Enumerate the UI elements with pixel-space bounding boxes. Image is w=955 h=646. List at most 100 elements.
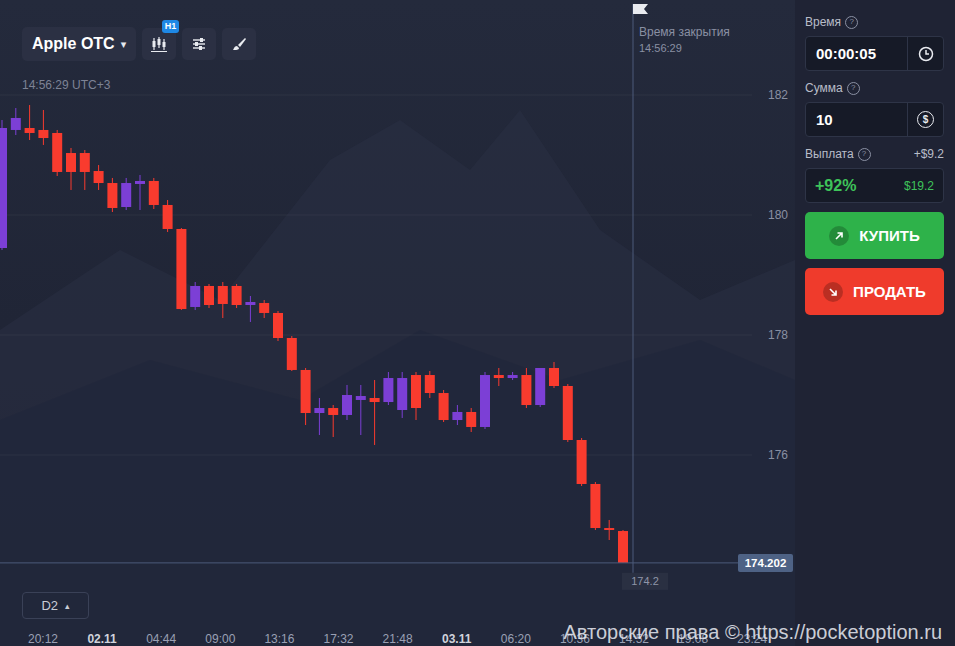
- chart-toolbar: Apple OTC ▾ H1: [22, 27, 256, 61]
- time-field: 00:00:05: [805, 36, 944, 71]
- candle-body: [52, 133, 62, 172]
- candle-body: [466, 412, 476, 427]
- zoom-button[interactable]: D2▴: [22, 592, 89, 619]
- candle: [411, 372, 421, 420]
- help-icon[interactable]: ?: [845, 16, 858, 29]
- candle: [590, 482, 600, 530]
- candle-body: [480, 375, 490, 427]
- candle: [94, 165, 104, 190]
- help-icon[interactable]: ?: [847, 82, 860, 95]
- candle: [370, 380, 380, 445]
- trade-label: ПРОДАТЬ: [853, 283, 926, 300]
- candle: [107, 178, 117, 212]
- candle: [11, 108, 21, 135]
- payout-label: Выплата: [805, 147, 854, 161]
- candle-body: [411, 375, 421, 408]
- candle: [508, 372, 518, 380]
- time-picker-button[interactable]: [907, 37, 943, 70]
- candle-body: [121, 183, 131, 207]
- candle-body: [370, 398, 380, 402]
- candle-body: [328, 408, 338, 415]
- candle-body: [94, 171, 104, 183]
- candle-wick: [43, 110, 44, 145]
- candle-body: [11, 118, 21, 130]
- candle-body: [135, 181, 145, 184]
- time-label-row: Время?: [805, 15, 944, 29]
- clock-icon: [918, 46, 934, 62]
- candle-body: [107, 183, 117, 208]
- price-tick: 176: [768, 448, 788, 462]
- candle-wick: [250, 296, 251, 322]
- grid-line: [0, 335, 752, 336]
- expiry-time: 14:56:29: [639, 42, 682, 54]
- time-tick: 04:44: [146, 632, 176, 646]
- dollar-icon: $: [917, 111, 934, 128]
- drawing-button[interactable]: [222, 28, 256, 60]
- price-line: [0, 562, 738, 563]
- payout-profit: +$9.2: [914, 147, 944, 161]
- chart-area: 182180178176174.202Время закрытия14:56:2…: [0, 0, 795, 646]
- cursor-price-box: [622, 573, 668, 590]
- candle: [342, 385, 352, 420]
- candle-body: [80, 153, 90, 172]
- zoom-label: D2: [41, 598, 58, 613]
- candle-body: [38, 130, 48, 138]
- candle: [218, 282, 228, 318]
- candle-body: [425, 375, 435, 393]
- chart-overlay: Apple OTC ▾ H1 14:56:29 UTC+3 D2▴: [0, 0, 795, 646]
- candle: [452, 405, 462, 425]
- server-clock: 14:56:29 UTC+3: [22, 78, 110, 92]
- candle-wick: [360, 385, 361, 435]
- sell-button[interactable]: ПРОДАТЬ: [805, 268, 944, 315]
- amount-input[interactable]: 10: [806, 103, 907, 136]
- candle: [535, 368, 545, 407]
- indicators-button[interactable]: [182, 28, 216, 60]
- candle-wick: [374, 380, 375, 445]
- candle: [80, 150, 90, 190]
- candle-body: [0, 128, 7, 248]
- arrow-down-right-icon: [828, 287, 838, 297]
- asset-selector[interactable]: Apple OTC ▾: [22, 27, 136, 61]
- candle: [466, 408, 476, 432]
- arrow-badge: [829, 226, 849, 246]
- amount-label: Сумма: [805, 81, 843, 95]
- candle-body: [314, 408, 324, 413]
- cursor-price: 174.2: [631, 575, 659, 587]
- currency-button[interactable]: $: [907, 103, 943, 136]
- candle: [66, 148, 76, 190]
- time-input[interactable]: 00:00:05: [806, 37, 907, 70]
- candle: [121, 178, 131, 210]
- grid-line: [0, 95, 752, 96]
- time-tick: 09:00: [205, 632, 235, 646]
- candle-body: [521, 375, 531, 405]
- candle: [383, 372, 393, 405]
- help-icon[interactable]: ?: [858, 148, 871, 161]
- candle-body: [232, 286, 242, 305]
- expiry-label: Время закрытия: [639, 25, 730, 39]
- mountain-shape: [0, 330, 795, 646]
- candle: [245, 296, 255, 322]
- price-tick: 180: [768, 208, 788, 222]
- flag-icon: [633, 4, 648, 14]
- buy-button[interactable]: КУПИТЬ: [805, 212, 944, 259]
- trade-label: КУПИТЬ: [859, 227, 919, 244]
- trade-panel: Время?00:00:05Сумма?10$Выплата?+$9.2+92%…: [795, 0, 955, 646]
- candle: [259, 300, 269, 318]
- asset-name: Apple OTC: [32, 35, 115, 53]
- candle: [328, 405, 338, 437]
- candle-body: [535, 368, 545, 405]
- chart-type-button[interactable]: H1: [142, 28, 176, 60]
- candle: [549, 362, 559, 388]
- current-price: 174.202: [745, 557, 787, 569]
- dropdown-arrow: ▾: [121, 38, 127, 51]
- time-tick: 21:48: [383, 632, 413, 646]
- time-tick: 06:20: [501, 632, 531, 646]
- candle: [356, 385, 366, 435]
- candle-wick: [140, 175, 141, 210]
- candle-body: [66, 153, 76, 172]
- candle-body: [397, 378, 407, 410]
- candle-body: [245, 302, 255, 305]
- candle-body: [287, 338, 297, 370]
- candle-body: [577, 440, 587, 484]
- current-price-box: [738, 554, 793, 572]
